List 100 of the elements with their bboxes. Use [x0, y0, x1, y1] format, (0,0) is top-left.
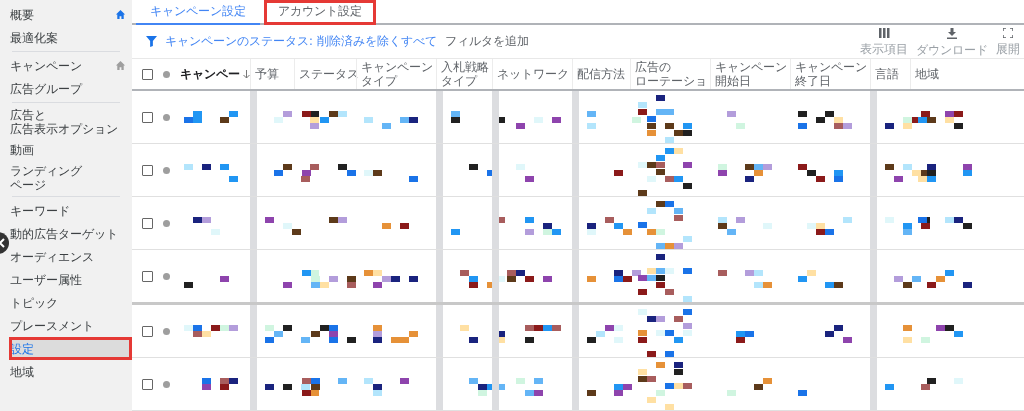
sidebar-item[interactable]: 概要: [9, 3, 132, 26]
status-dot: [163, 70, 170, 78]
pixelated-content: [638, 148, 692, 196]
row-checkbox[interactable]: [142, 111, 153, 123]
pixelated-content: [807, 217, 852, 235]
column-header[interactable]: キャンペーン 開始日: [710, 59, 790, 89]
status-dot: [163, 219, 170, 227]
row-checkbox[interactable]: [142, 325, 153, 337]
pixelated-content: [927, 270, 972, 288]
columns-icon: [878, 28, 890, 39]
pixelated-content: [525, 325, 561, 343]
chevron-left-icon: [0, 238, 6, 248]
pixelated-content: [718, 270, 772, 288]
column-header[interactable]: 入札戦略 タイプ: [436, 59, 492, 89]
sidebar-item[interactable]: ランディング ページ: [9, 161, 132, 194]
pixelated-content: [516, 164, 534, 182]
pixelated-content: [825, 325, 852, 343]
sidebar-item[interactable]: オーディエンス: [9, 245, 132, 268]
sidebar-item[interactable]: 最適化案: [9, 26, 132, 49]
pixelated-content: [507, 270, 552, 282]
filter-icon[interactable]: [146, 36, 157, 48]
filter-chip[interactable]: キャンペーンのステータス: 削除済みを除くすべて: [165, 34, 437, 50]
status-dot: [163, 327, 170, 335]
pixelated-content: [614, 170, 623, 176]
row-checkbox[interactable]: [142, 217, 153, 229]
column-header[interactable]: キャンペー: [176, 59, 250, 89]
pixelated-content: [184, 111, 238, 123]
pixelated-content: [302, 378, 347, 396]
pixelated-content: [516, 117, 561, 129]
row-checkbox[interactable]: [142, 270, 153, 282]
pixelated-content: [587, 325, 623, 343]
pixelated-content: [638, 309, 692, 357]
sidebar-item[interactable]: キーワード: [9, 199, 132, 222]
pixelated-content: [727, 378, 772, 396]
pixelated-content: [460, 325, 505, 343]
pixelated-content: [265, 325, 310, 343]
pixelated-content: [798, 270, 843, 288]
pixelated-content: [184, 276, 229, 288]
pixelated-content: [364, 117, 418, 129]
sidebar-item[interactable]: 地域: [9, 360, 132, 383]
status-dot: [163, 113, 170, 121]
column-header[interactable]: キャンペーン タイプ: [356, 59, 436, 89]
pixelated-content: [202, 378, 238, 390]
add-filter-link[interactable]: フィルタを追加: [444, 33, 529, 51]
pixelated-content: [364, 170, 418, 182]
pixelated-content: [364, 270, 418, 288]
sidebar-item[interactable]: 広告グループ: [9, 77, 132, 100]
pixelated-content: [373, 325, 418, 343]
pixelated-content: [718, 217, 772, 235]
checkbox[interactable]: [142, 68, 153, 80]
sidebar-item[interactable]: キャンペーン: [9, 54, 132, 77]
sidebar-item[interactable]: 動画: [9, 138, 132, 161]
pixelated-content: [451, 111, 505, 123]
pixelated-content: [736, 331, 754, 343]
sidebar-item[interactable]: ユーザー属性: [9, 268, 132, 291]
column-header[interactable]: 予算: [250, 59, 294, 89]
column-header[interactable]: ネットワーク: [492, 59, 572, 89]
pixelated-content: [798, 390, 807, 396]
pixelated-content: [364, 378, 409, 396]
tab[interactable]: アカウント設定: [264, 0, 376, 26]
pixelated-content: [718, 164, 772, 182]
pixelated-content: [918, 164, 972, 182]
pixelated-content: [469, 378, 505, 396]
pixelated-content: [193, 217, 220, 235]
pixelated-content: [903, 325, 930, 343]
status-dot: [163, 272, 170, 280]
sidebar-item[interactable]: プレースメント: [9, 314, 132, 337]
row-checkbox[interactable]: [142, 164, 153, 176]
status-dot: [163, 380, 170, 388]
pixelated-content: [329, 217, 347, 223]
row-checkbox[interactable]: [142, 378, 153, 390]
pixelated-content: [638, 201, 692, 249]
pixelated-content: [798, 111, 852, 129]
column-header[interactable]: キャンペーン 終了日: [790, 59, 870, 89]
pixelated-content: [587, 217, 632, 235]
download-icon: [947, 28, 957, 40]
sort-arrow-icon: [243, 69, 250, 79]
pixelated-content: [184, 325, 238, 337]
column-header[interactable]: 言語: [870, 59, 910, 89]
pixelated-content: [894, 276, 921, 288]
sidebar-item[interactable]: 動的広告ターゲット: [9, 222, 132, 245]
pixelated-content: [311, 325, 356, 343]
fullscreen-icon: [1003, 28, 1013, 39]
pixelated-content: [265, 217, 301, 235]
pixelated-content: [451, 217, 505, 235]
pixelated-content: [184, 164, 238, 182]
pixelated-content: [525, 217, 561, 235]
tab[interactable]: キャンペーン設定: [136, 0, 260, 26]
pixelated-content: [638, 362, 692, 410]
pixelated-content: [587, 384, 632, 396]
pixelated-content: [460, 270, 505, 288]
pixelated-content: [936, 325, 963, 337]
pixelated-content: [918, 111, 963, 129]
sidebar-item[interactable]: トピック: [9, 291, 132, 314]
column-header[interactable]: 広告の ローテーショ: [630, 59, 710, 89]
pixelated-content: [727, 111, 745, 129]
column-header[interactable]: 配信方法: [572, 59, 630, 89]
column-header[interactable]: 地域: [910, 59, 1024, 89]
sidebar-item[interactable]: 広告と 広告表示オプション: [9, 105, 132, 138]
pixelated-content: [382, 223, 409, 229]
